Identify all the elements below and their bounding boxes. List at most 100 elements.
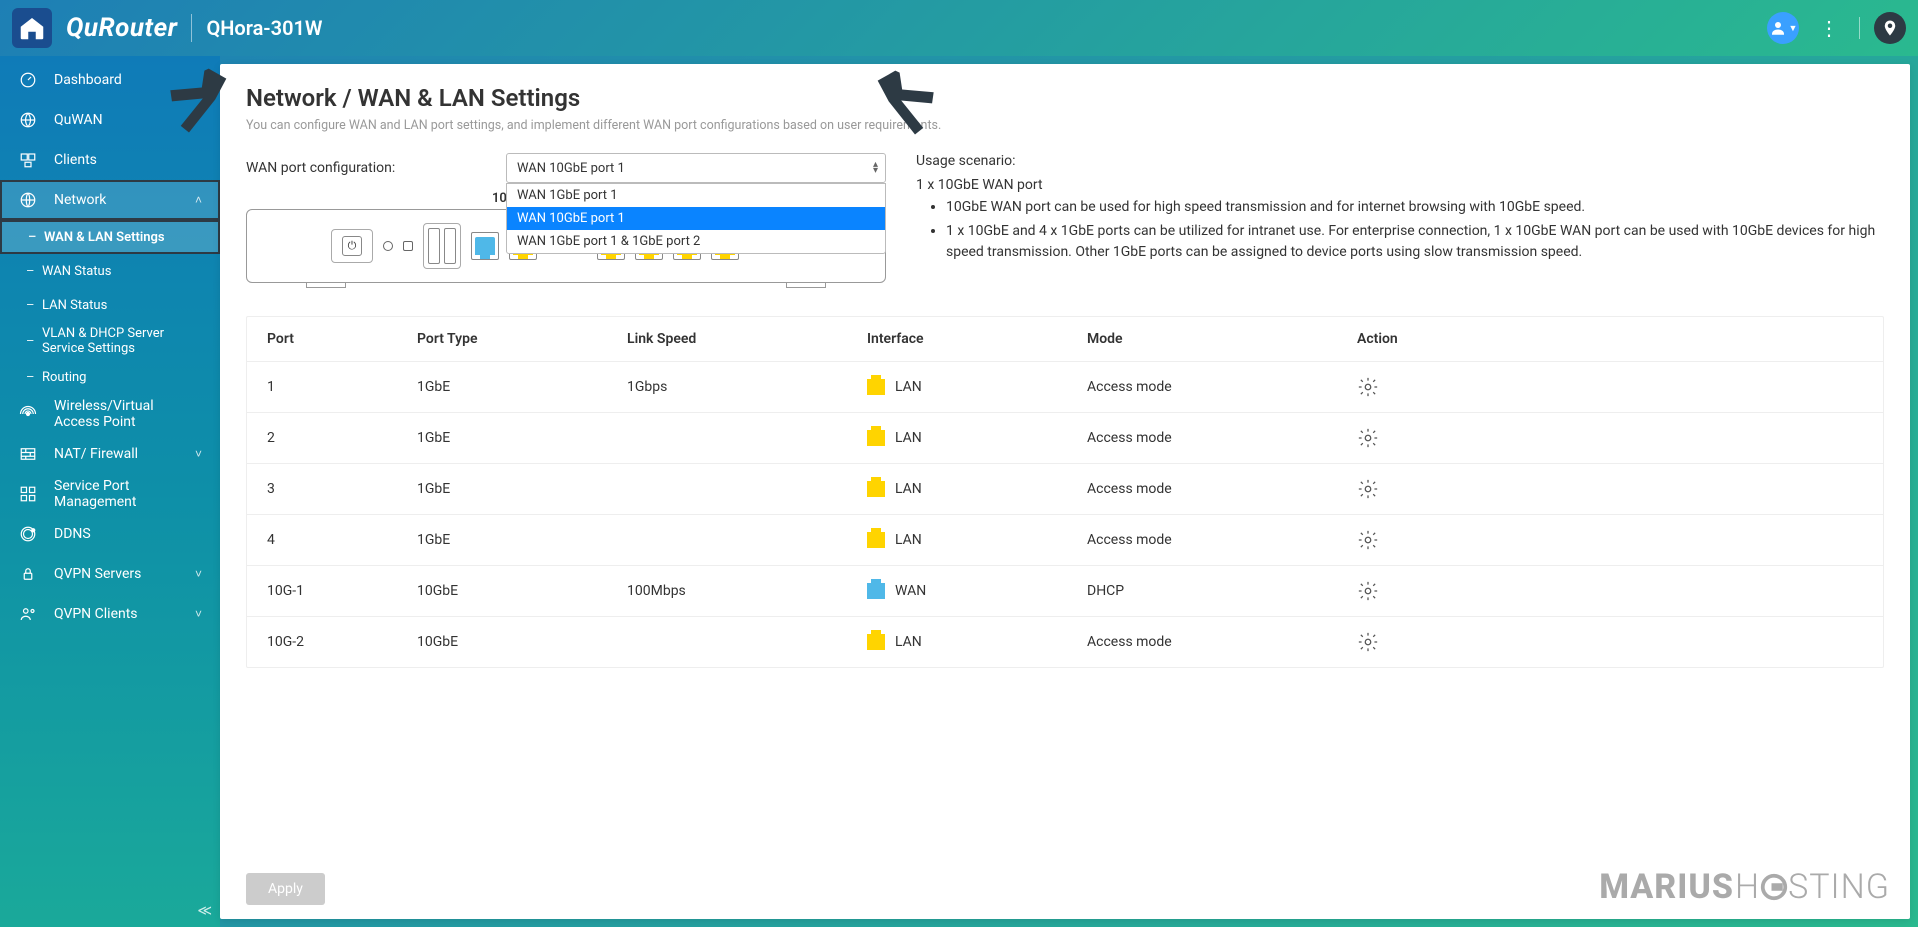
service-port-icon <box>18 484 38 504</box>
cell-interface: WAN <box>867 583 1087 599</box>
cell-port: 4 <box>267 532 417 548</box>
row-settings-button[interactable] <box>1357 631 1379 653</box>
cell-interface: LAN <box>867 532 1087 548</box>
sidebar-sub-label: WAN Status <box>42 264 111 279</box>
sidebar-collapse-button[interactable]: ≪ <box>197 903 212 919</box>
cell-port: 10G-2 <box>267 634 417 650</box>
sidebar-item-wireless[interactable]: Wireless/Virtual Access Point <box>0 394 220 434</box>
row-settings-button[interactable] <box>1357 580 1379 602</box>
dropdown-option[interactable]: WAN 1GbE port 1 & 1GbE port 2 <box>507 230 885 253</box>
sidebar-item-ddns[interactable]: DDNS <box>0 514 220 554</box>
dropdown-option[interactable]: WAN 10GbE port 1 <box>507 207 885 230</box>
sidebar-sub-wan-lan[interactable]: WAN & LAN Settings <box>0 220 220 254</box>
sidebar-label: Service Port Management <box>54 478 202 510</box>
sidebar-item-vpnservers[interactable]: QVPN Servers ˅ <box>0 554 220 594</box>
sidebar-label: Clients <box>54 152 202 168</box>
interface-icon <box>867 634 885 650</box>
sidebar-item-quwan[interactable]: QuWAN <box>0 100 220 140</box>
interface-icon <box>867 481 885 497</box>
location-button[interactable] <box>1874 12 1906 44</box>
sidebar-label: Dashboard <box>54 72 202 88</box>
led-icon <box>383 241 393 251</box>
sidebar-item-firewall[interactable]: NAT/ Firewall ˅ <box>0 434 220 474</box>
sidebar-label: DDNS <box>54 526 202 542</box>
sidebar-item-dashboard[interactable]: Dashboard <box>0 60 220 100</box>
table-row: 21GbELANAccess mode <box>247 413 1883 464</box>
row-settings-button[interactable] <box>1357 478 1379 500</box>
quwan-icon <box>18 110 38 130</box>
cell-interface: LAN <box>867 481 1087 497</box>
sidebar-item-serviceport[interactable]: Service Port Management <box>0 474 220 514</box>
th-action: Action <box>1357 331 1863 347</box>
header-divider-2 <box>1859 17 1860 39</box>
cell-port: 3 <box>267 481 417 497</box>
header-divider <box>191 14 192 42</box>
cell-port: 10G-1 <box>267 583 417 599</box>
sidebar-sub-wan-status[interactable]: WAN Status <box>0 254 220 288</box>
cell-type: 1GbE <box>417 379 627 395</box>
cell-mode: Access mode <box>1087 634 1357 650</box>
usage-bullet: 10GbE WAN port can be used for high spee… <box>946 197 1884 217</box>
cell-speed: 100Mbps <box>627 583 867 599</box>
user-avatar-button[interactable]: ▼ <box>1767 12 1799 44</box>
th-speed: Link Speed <box>627 331 867 347</box>
clients-icon <box>18 150 38 170</box>
port-10g1-icon <box>471 232 499 260</box>
th-mode: Mode <box>1087 331 1357 347</box>
header: QuRouter QHora-301W ▼ ⋮ <box>0 0 1918 56</box>
app-logo-icon <box>12 8 52 48</box>
wan-config-dropdown: WAN 1GbE port 1 WAN 10GbE port 1 WAN 1Gb… <box>506 183 886 254</box>
cell-type: 10GbE <box>417 583 627 599</box>
sidebar-label: NAT/ Firewall <box>54 446 179 462</box>
th-type: Port Type <box>417 331 627 347</box>
cell-interface: LAN <box>867 634 1087 650</box>
sidebar-label: QVPN Clients <box>54 606 179 622</box>
cell-mode: Access mode <box>1087 481 1357 497</box>
interface-icon <box>867 379 885 395</box>
chevron-up-icon: ˄ <box>195 193 202 207</box>
cell-type: 1GbE <box>417 481 627 497</box>
table-row: 11GbE1GbpsLANAccess mode <box>247 362 1883 413</box>
sidebar-item-network[interactable]: Network ˄ <box>0 180 220 220</box>
cell-mode: DHCP <box>1087 583 1357 599</box>
sidebar-item-clients[interactable]: Clients <box>0 140 220 180</box>
cell-mode: Access mode <box>1087 532 1357 548</box>
usage-bullet: 1 x 10GbE and 4 x 1GbE ports can be util… <box>946 221 1884 262</box>
sidebar-sub-lan-status[interactable]: LAN Status <box>0 288 220 322</box>
row-settings-button[interactable] <box>1357 376 1379 398</box>
interface-icon <box>867 532 885 548</box>
sidebar-sub-label: Routing <box>42 370 86 385</box>
row-settings-button[interactable] <box>1357 529 1379 551</box>
th-port: Port <box>267 331 417 347</box>
watermark: MARIUSHSTING <box>1599 867 1890 907</box>
sidebar-sub-vlan-dhcp[interactable]: VLAN & DHCP Server Service Settings <box>0 322 220 360</box>
ddns-icon <box>18 524 38 544</box>
led-icon <box>403 241 413 251</box>
sidebar-sub-routing[interactable]: Routing <box>0 360 220 394</box>
select-value: WAN 10GbE port 1 <box>517 161 625 176</box>
sidebar-item-vpnclients[interactable]: QVPN Clients ˅ <box>0 594 220 634</box>
chevron-down-icon: ˅ <box>195 447 202 461</box>
sidebar-label: QVPN Servers <box>54 566 179 582</box>
power-button-icon: ⏻ <box>342 236 362 256</box>
sidebar-sub-label: VLAN & DHCP Server Service Settings <box>42 326 204 356</box>
vpn-server-icon <box>18 564 38 584</box>
chevron-down-icon: ˅ <box>195 607 202 621</box>
model-label: QHora-301W <box>206 16 322 40</box>
dropdown-option[interactable]: WAN 1GbE port 1 <box>507 184 885 207</box>
sidebar: Dashboard QuWAN Clients Network ˄ WAN & … <box>0 56 220 927</box>
usage-heading: 1 x 10GbE WAN port <box>916 177 1884 193</box>
more-menu-button[interactable]: ⋮ <box>1813 12 1845 44</box>
cell-port: 1 <box>267 379 417 395</box>
apply-button[interactable]: Apply <box>246 873 325 905</box>
row-settings-button[interactable] <box>1357 427 1379 449</box>
wan-config-select[interactable]: WAN 10GbE port 1 ▴▾ <box>506 153 886 183</box>
sidebar-label: Wireless/Virtual Access Point <box>54 398 202 430</box>
interface-icon <box>867 583 885 599</box>
sidebar-label: QuWAN <box>54 112 202 128</box>
firewall-icon <box>18 444 38 464</box>
table-row: 41GbELANAccess mode <box>247 515 1883 566</box>
ports-table: Port Port Type Link Speed Interface Mode… <box>246 316 1884 668</box>
cell-interface: LAN <box>867 430 1087 446</box>
cell-interface: LAN <box>867 379 1087 395</box>
